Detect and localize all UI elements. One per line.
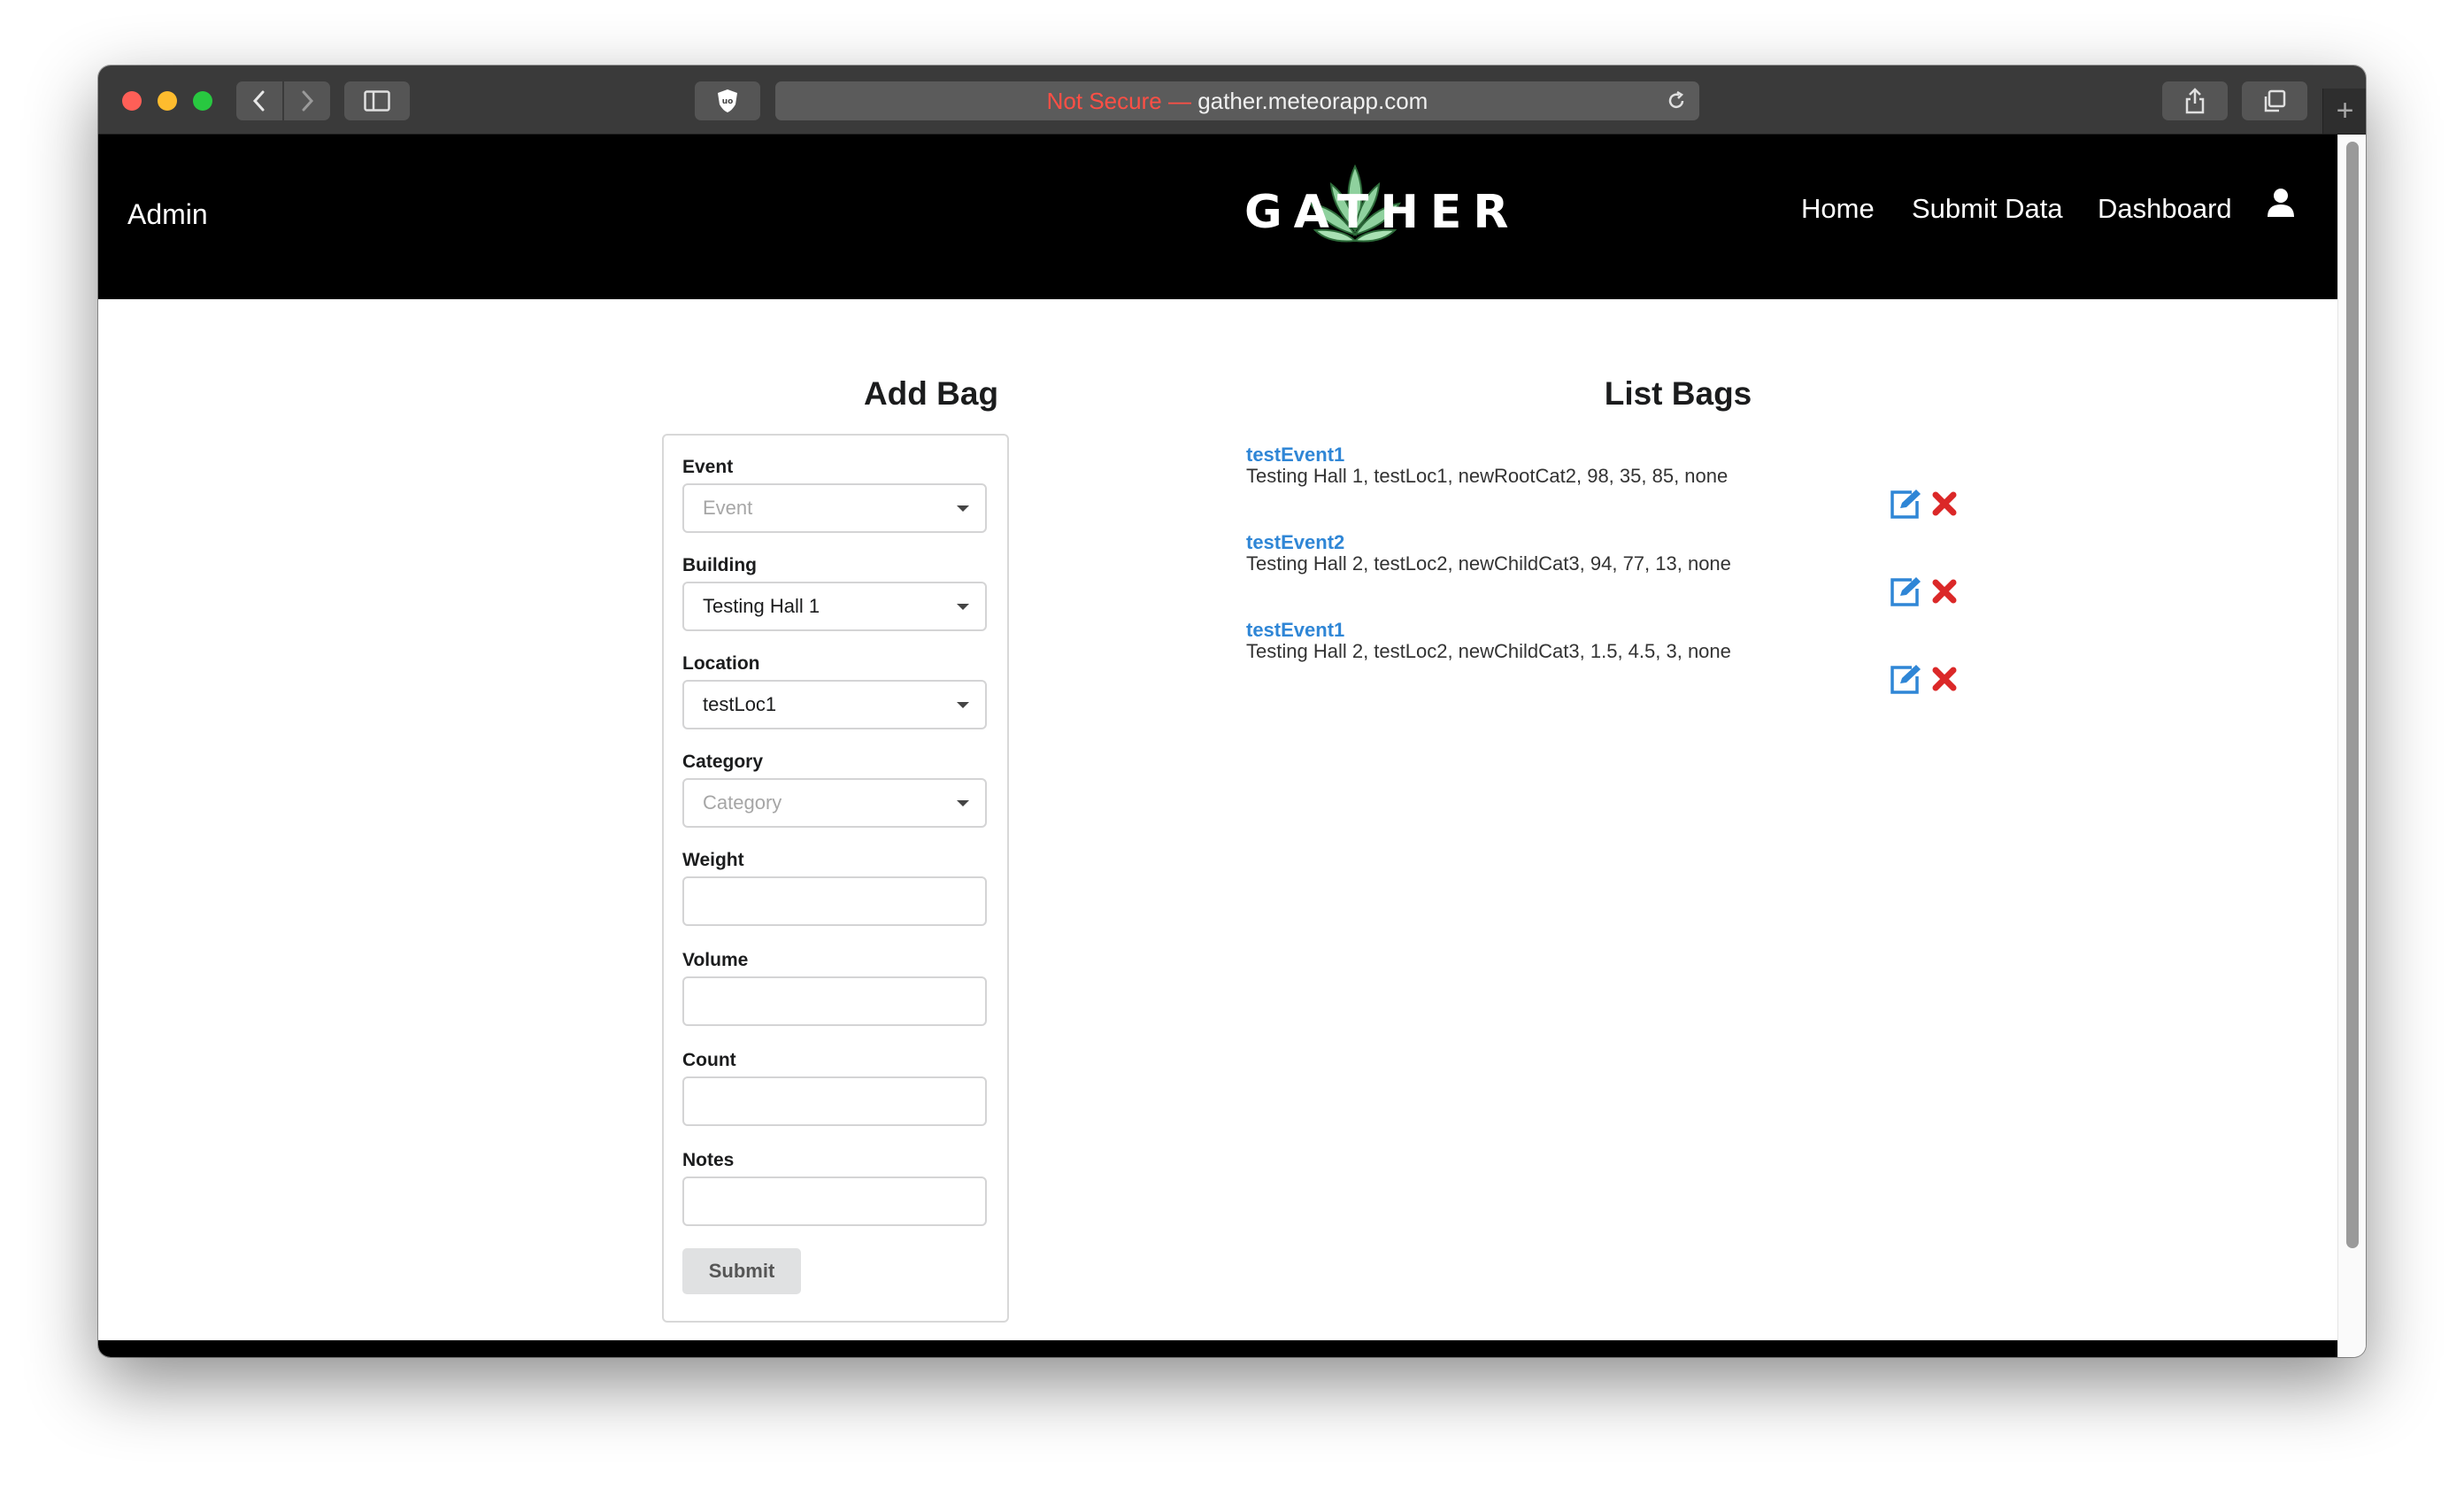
bag-list-item: testEvent1 Testing Hall 1, testLoc1, new…	[1246, 444, 2131, 487]
weight-input[interactable]	[682, 876, 987, 926]
scrollbar-thumb[interactable]	[2346, 142, 2359, 1248]
building-dropdown-value: Testing Hall 1	[703, 595, 820, 617]
sidebar-toggle-button[interactable]	[344, 81, 410, 120]
share-button[interactable]	[2162, 81, 2228, 120]
site-navbar: Admin GATHER Home Submit Data Dashboard	[98, 135, 2337, 299]
edit-icon[interactable]	[1889, 489, 1922, 521]
url-host: gather.meteorapp.com	[1197, 88, 1428, 114]
plus-icon: +	[2336, 94, 2354, 127]
shield-icon: uo	[718, 89, 737, 112]
event-dropdown[interactable]: Event	[682, 483, 987, 533]
admin-brand-link[interactable]: Admin	[127, 198, 208, 231]
chevron-left-icon	[252, 90, 265, 112]
edit-icon[interactable]	[1889, 576, 1922, 608]
delete-icon[interactable]	[1931, 490, 1958, 517]
event-label: Event	[682, 457, 734, 477]
location-dropdown-value: testLoc1	[703, 693, 777, 715]
list-bags-heading: List Bags	[1604, 375, 1752, 412]
building-dropdown[interactable]: Testing Hall 1	[682, 582, 987, 631]
share-icon	[2185, 88, 2205, 114]
new-tab-button[interactable]: +	[2322, 89, 2366, 134]
address-bar[interactable]: Not Secure — gather.meteorapp.com	[775, 81, 1699, 120]
category-label: Category	[682, 752, 764, 772]
nav-home-link[interactable]: Home	[1801, 193, 1875, 225]
caret-down-icon	[957, 604, 969, 610]
user-icon[interactable]	[2267, 188, 2295, 218]
category-dropdown-placeholder: Category	[703, 791, 782, 814]
svg-text:uo: uo	[722, 97, 734, 106]
add-bag-form: Event Event Building Testing Hall 1 Loca…	[662, 434, 1009, 1323]
sidebar-icon	[364, 90, 390, 112]
bag-event-link[interactable]: testEvent1	[1246, 620, 2131, 641]
bag-list-item: testEvent1 Testing Hall 2, testLoc2, new…	[1246, 620, 2131, 662]
not-secure-label: Not Secure —	[1046, 88, 1191, 114]
bag-details: Testing Hall 1, testLoc1, newRootCat2, 9…	[1246, 465, 1729, 487]
volume-label: Volume	[682, 950, 749, 970]
add-bag-heading: Add Bag	[863, 375, 999, 412]
bag-list-item: testEvent2 Testing Hall 2, testLoc2, new…	[1246, 532, 2131, 575]
zoom-window-button[interactable]	[193, 91, 212, 111]
nav-submit-data-link[interactable]: Submit Data	[1912, 193, 2063, 225]
browser-window: uo Not Secure — gather.meteorapp.com + A…	[98, 66, 2366, 1357]
nav-dashboard-link[interactable]: Dashboard	[2098, 193, 2232, 225]
volume-input[interactable]	[682, 976, 987, 1026]
location-dropdown[interactable]: testLoc1	[682, 680, 987, 729]
minimize-window-button[interactable]	[158, 91, 177, 111]
reload-icon[interactable]	[1666, 90, 1687, 112]
caret-down-icon	[957, 800, 969, 806]
caret-down-icon	[957, 702, 969, 708]
forward-button[interactable]	[284, 81, 330, 120]
caret-down-icon	[957, 505, 969, 512]
location-label: Location	[682, 653, 760, 674]
notes-input[interactable]	[682, 1177, 987, 1226]
privacy-extension-button[interactable]: uo	[695, 81, 760, 120]
bag-details: Testing Hall 2, testLoc2, newChildCat3, …	[1246, 552, 1731, 575]
building-label: Building	[682, 555, 757, 575]
gather-logo[interactable]: GATHER	[1244, 159, 1521, 266]
logo-text: GATHER	[1244, 186, 1521, 239]
count-label: Count	[682, 1050, 736, 1070]
edit-icon[interactable]	[1889, 664, 1922, 696]
chevron-right-icon	[302, 90, 314, 112]
site-footer	[98, 1340, 2337, 1357]
event-dropdown-placeholder: Event	[703, 497, 753, 519]
notes-label: Notes	[682, 1150, 735, 1170]
vertical-scrollbar[interactable]	[2337, 135, 2366, 1357]
back-button[interactable]	[236, 81, 282, 120]
delete-icon[interactable]	[1931, 578, 1958, 605]
category-dropdown[interactable]: Category	[682, 778, 987, 828]
bag-event-link[interactable]: testEvent2	[1246, 532, 2131, 553]
browser-toolbar: uo Not Secure — gather.meteorapp.com +	[98, 66, 2366, 135]
bag-event-link[interactable]: testEvent1	[1246, 444, 2131, 466]
delete-icon[interactable]	[1931, 666, 1958, 692]
close-window-button[interactable]	[122, 91, 142, 111]
web-page: Admin GATHER Home Submit Data Dashboard	[98, 135, 2337, 1357]
weight-label: Weight	[682, 850, 744, 870]
submit-button[interactable]: Submit	[682, 1248, 801, 1294]
tabs-overview-icon	[2264, 89, 2286, 112]
bag-details: Testing Hall 2, testLoc2, newChildCat3, …	[1246, 640, 1731, 662]
show-tabs-button[interactable]	[2242, 81, 2307, 120]
count-input[interactable]	[682, 1076, 987, 1126]
